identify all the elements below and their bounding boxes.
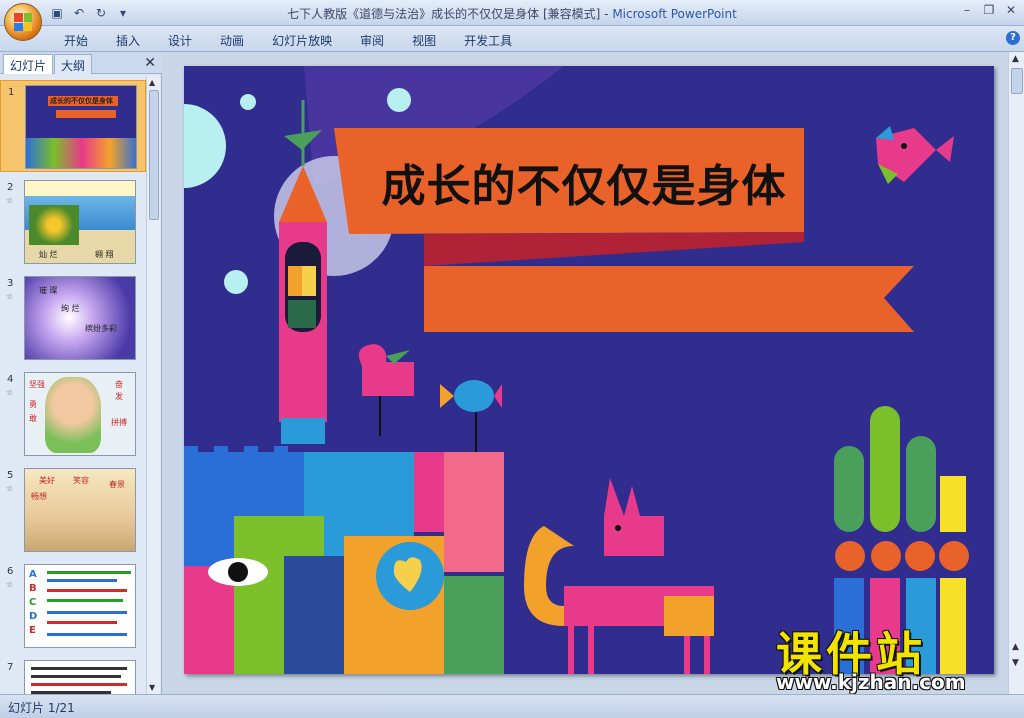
thumbnail-text: 拼搏 — [111, 418, 127, 427]
thumbnail-text: 灿 烂 — [39, 250, 58, 259]
thumbnail-text: B — [29, 583, 37, 594]
slide-scrollbar[interactable]: ▲ ▲ ▼ — [1008, 52, 1024, 694]
tab-insert[interactable]: 插入 — [102, 30, 154, 51]
minimize-button[interactable]: – — [960, 3, 974, 17]
watermark: 课件站 www.kjzhan.com — [776, 618, 1004, 694]
previous-slide-icon[interactable]: ▲ — [1012, 642, 1019, 652]
thumbnail-text: 美好 — [39, 476, 55, 485]
scrollbar-thumb[interactable] — [1011, 68, 1023, 94]
thumbnail-image: 璀 璨 绚 烂 缤纷多彩 — [24, 276, 136, 360]
thumbnail-text: 缤纷多彩 — [85, 324, 117, 333]
thumbnail-image: 美好 笑容 春景 畅想 — [24, 468, 136, 552]
scrollbar-thumb[interactable] — [149, 90, 159, 220]
status-bar: 幻灯片 1/21 — [0, 694, 1024, 718]
slides-panel: 幻灯片 大纲 ✕ 1 成长的不仅仅是身体 2 ☆ 灿 烂 翱 翔 3 ☆ 璀 璨… — [0, 52, 162, 694]
slide-thumbnail-4[interactable]: 4 ☆ 坚强 奋 勇 发 敢 拼搏 — [0, 368, 146, 460]
thumbnail-text: 笑容 — [73, 476, 89, 485]
office-button[interactable] — [4, 3, 42, 41]
thumbnail-image: A B C D E — [24, 564, 136, 648]
next-slide-icon[interactable]: ▼ — [1012, 658, 1019, 668]
slide-canvas[interactable]: 成长的不仅仅是身体 — [184, 66, 994, 674]
slide-thumbnail-7[interactable]: 7 — [0, 656, 146, 694]
title-bar: ▣ ↶ ↻ ▾ 七下人教版《道德与法治》成长的不仅仅是身体 [兼容模式] - M… — [0, 0, 1024, 41]
slide-thumbnail-5[interactable]: 5 ☆ 美好 笑容 春景 畅想 — [0, 464, 146, 556]
thumbnail-text: 翱 翔 — [95, 250, 114, 259]
animation-star-icon: ☆ — [6, 580, 14, 589]
thumbnail-text: E — [29, 625, 36, 636]
animation-star-icon: ☆ — [6, 388, 14, 397]
tab-outline[interactable]: 大纲 — [54, 54, 93, 74]
thumbnail-image — [24, 660, 136, 694]
close-panel-icon[interactable]: ✕ — [144, 55, 156, 71]
thumbnail-text: 成长的不仅仅是身体 — [50, 97, 113, 105]
thumbnail-image: 灿 烂 翱 翔 — [24, 180, 136, 264]
thumbnail-text: 璀 璨 — [39, 286, 58, 295]
window-title: 七下人教版《道德与法治》成长的不仅仅是身体 [兼容模式] - Microsoft… — [0, 5, 1024, 22]
ribbon-tabs: 开始 插入 设计 动画 幻灯片放映 审阅 视图 开发工具 — [50, 30, 526, 51]
thumbnail-text: D — [29, 611, 38, 622]
thumbnail-image: 坚强 奋 勇 发 敢 拼搏 — [24, 372, 136, 456]
tab-review[interactable]: 审阅 — [346, 30, 398, 51]
thumbnail-text: A — [29, 569, 37, 580]
thumbnail-text: 奋 — [115, 380, 123, 389]
slide-thumbnails: 1 成长的不仅仅是身体 2 ☆ 灿 烂 翱 翔 3 ☆ 璀 璨 绚 烂 缤纷多彩… — [0, 76, 146, 694]
slide-editor: 成长的不仅仅是身体 — [163, 52, 1008, 694]
title-separator: - — [600, 7, 613, 21]
scroll-up-icon[interactable]: ▲ — [1012, 54, 1019, 64]
help-icon[interactable]: ? — [1006, 31, 1020, 45]
slide-number: 6 — [7, 566, 14, 577]
thumbnail-text: C — [29, 597, 37, 608]
slide-thumbnail-1[interactable]: 1 成长的不仅仅是身体 — [0, 80, 146, 172]
thumbnail-text: 绚 烂 — [61, 304, 80, 313]
slide-number: 5 — [7, 470, 14, 481]
slide-number: 2 — [7, 182, 14, 193]
document-title: 七下人教版《道德与法治》成长的不仅仅是身体 [兼容模式] — [287, 7, 601, 21]
slide-thumbnail-3[interactable]: 3 ☆ 璀 璨 绚 烂 缤纷多彩 — [0, 272, 146, 364]
tab-home[interactable]: 开始 — [50, 30, 102, 51]
thumbnail-image: 成长的不仅仅是身体 — [25, 85, 137, 169]
tab-animations[interactable]: 动画 — [206, 30, 258, 51]
thumbnail-text: 发 — [115, 392, 123, 401]
tab-developer[interactable]: 开发工具 — [450, 30, 526, 51]
slide-number: 4 — [7, 374, 14, 385]
animation-star-icon: ☆ — [6, 484, 14, 493]
thumbnails-scrollbar[interactable]: ▲ ▼ — [146, 76, 160, 694]
thumbnail-text: 坚强 — [29, 380, 45, 389]
office-logo-icon — [14, 13, 32, 31]
thumbnail-text: 畅想 — [31, 492, 47, 501]
thumbnail-text: 敢 — [29, 414, 37, 423]
slide-thumbnail-6[interactable]: 6 ☆ A B C D E — [0, 560, 146, 652]
slide-number: 1 — [8, 87, 15, 98]
slide-thumbnail-2[interactable]: 2 ☆ 灿 烂 翱 翔 — [0, 176, 146, 268]
thumbnail-text: 春景 — [109, 480, 125, 489]
scroll-up-icon[interactable]: ▲ — [149, 78, 155, 87]
animation-star-icon: ☆ — [6, 292, 14, 301]
slide-counter: 幻灯片 1/21 — [8, 701, 75, 715]
tab-design[interactable]: 设计 — [154, 30, 206, 51]
slide-number: 7 — [7, 662, 14, 673]
slide-number: 3 — [7, 278, 14, 289]
slide-title[interactable]: 成长的不仅仅是身体 — [344, 150, 824, 214]
window-controls: – ❐ ✕ — [960, 3, 1018, 17]
panel-tabs: 幻灯片 大纲 ✕ — [0, 52, 162, 74]
animation-star-icon: ☆ — [6, 196, 14, 205]
scroll-down-icon[interactable]: ▼ — [149, 683, 155, 692]
close-button[interactable]: ✕ — [1004, 3, 1018, 17]
watermark-url: www.kjzhan.com — [776, 670, 966, 694]
restore-button[interactable]: ❐ — [982, 3, 996, 17]
tab-slide-show[interactable]: 幻灯片放映 — [258, 30, 346, 51]
tab-view[interactable]: 视图 — [398, 30, 450, 51]
tab-slides[interactable]: 幻灯片 — [3, 54, 54, 74]
app-name: Microsoft PowerPoint — [612, 7, 737, 21]
thumbnail-text: 勇 — [29, 400, 37, 409]
ribbon: 开始 插入 设计 动画 幻灯片放映 审阅 视图 开发工具 ? — [0, 26, 1024, 52]
